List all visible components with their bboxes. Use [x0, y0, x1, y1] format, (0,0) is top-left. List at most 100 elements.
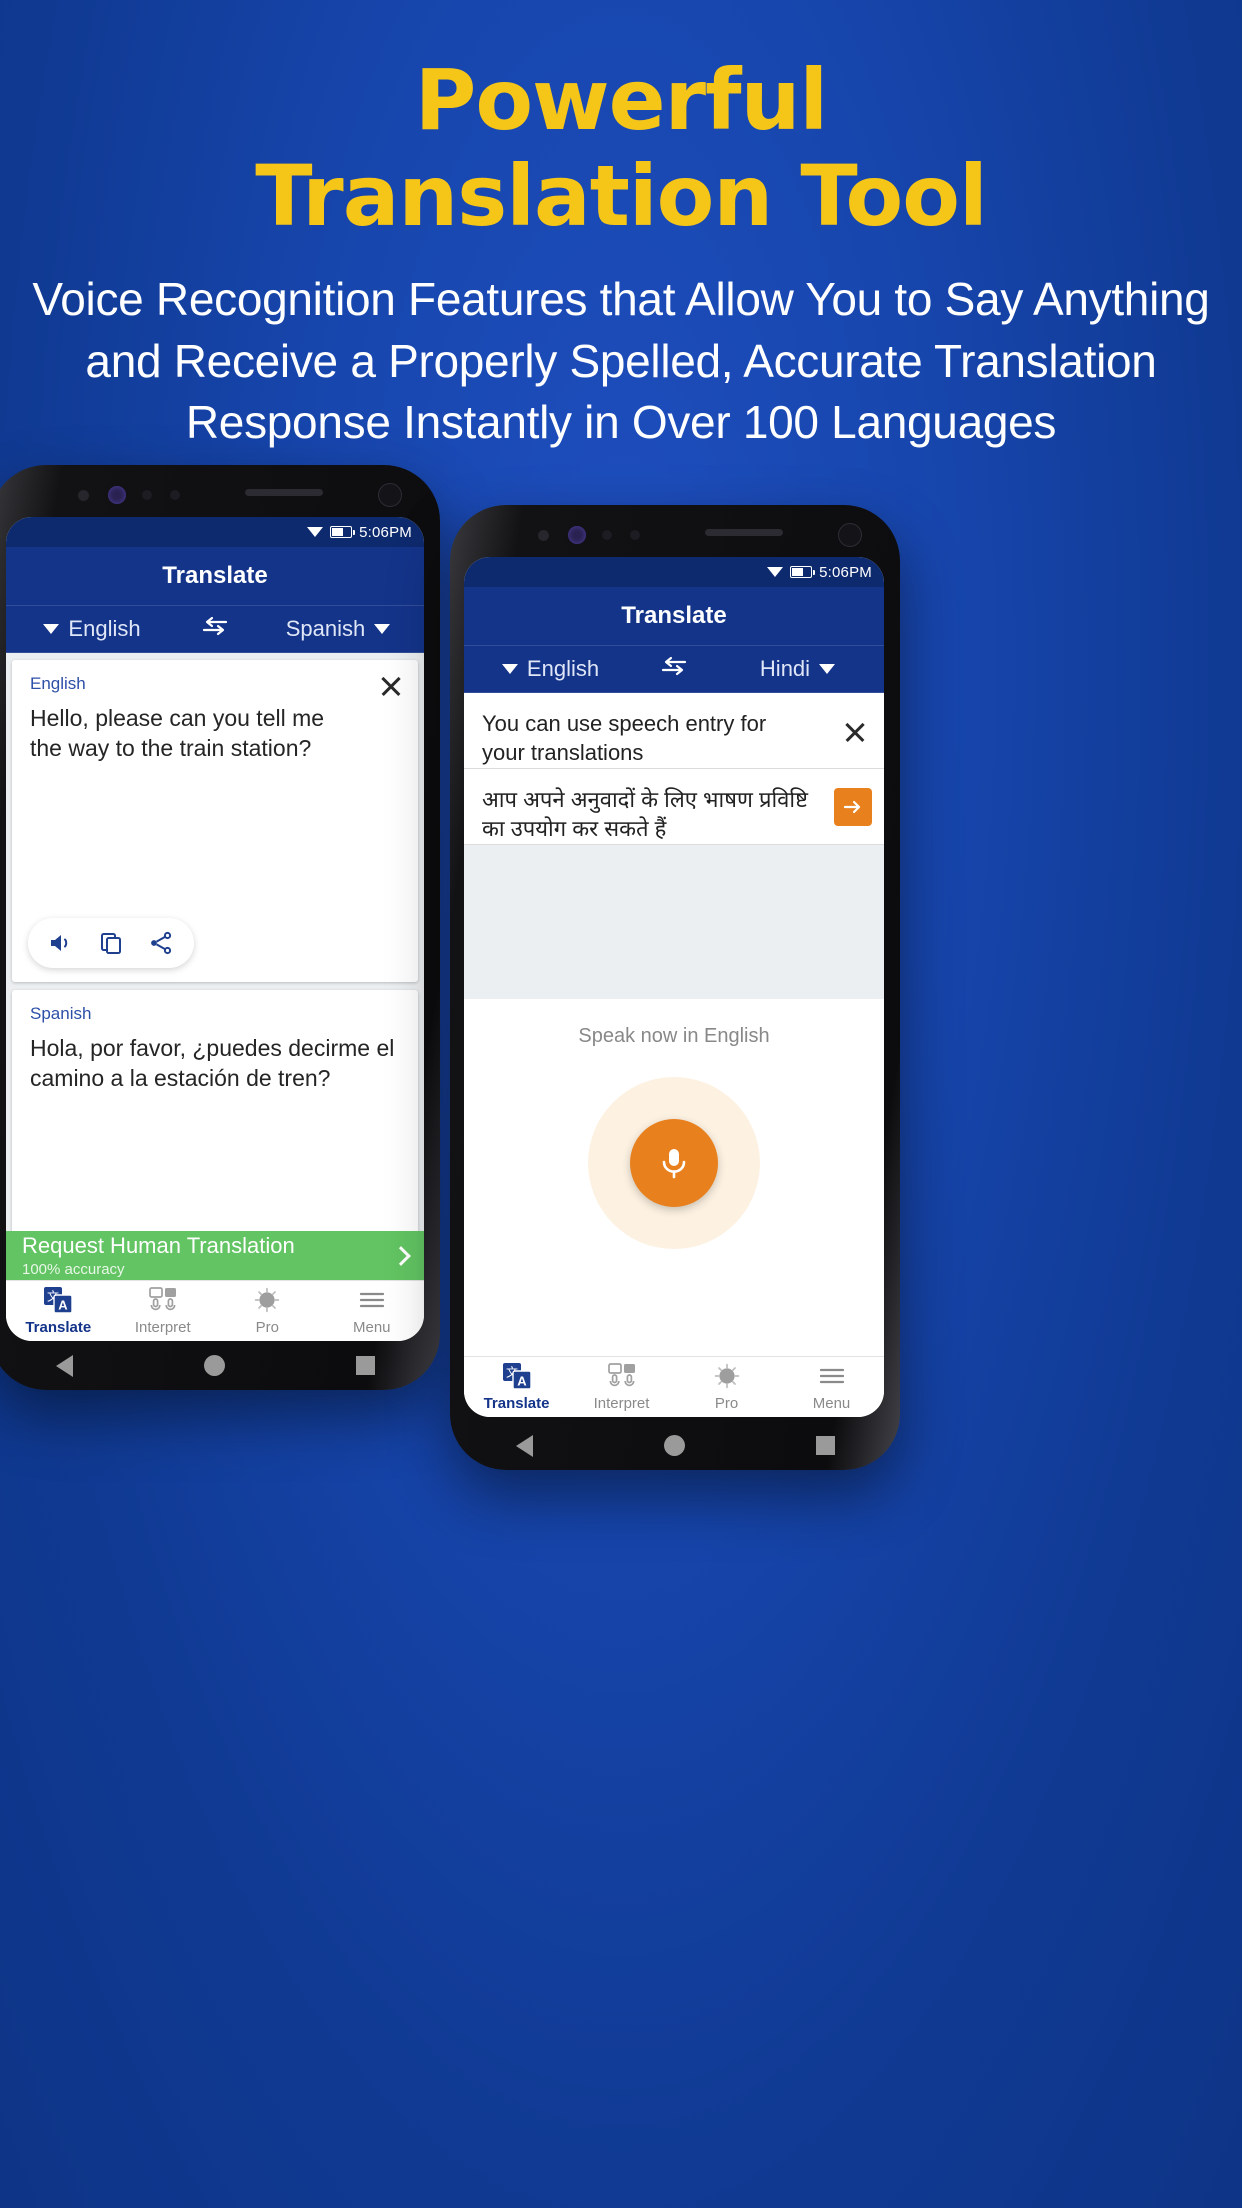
- status-time: 5:06PM: [359, 523, 412, 541]
- battery-icon: [790, 566, 816, 578]
- source-language-label: English: [68, 616, 141, 641]
- sensor-dot-3: [630, 530, 640, 540]
- tab-interpret[interactable]: Interpret: [569, 1357, 674, 1417]
- tab-label: Interpret: [593, 1395, 650, 1412]
- send-button[interactable]: [834, 787, 872, 826]
- svg-text:A: A: [59, 1298, 69, 1313]
- chevron-down-icon: [43, 624, 60, 634]
- recents-square-icon[interactable]: [815, 1436, 835, 1455]
- hindi-translation-text: आप अपने अनुवादों के लिए भाषण प्रविष्टि क…: [482, 787, 808, 842]
- speech-input-zone: Speak now in English: [464, 999, 884, 1299]
- phone2-status-bar: 5:06PM: [464, 557, 884, 587]
- card-actions-source: [28, 918, 194, 968]
- iris-scanner-icon: [838, 523, 862, 547]
- tab-label: Pro: [714, 1395, 739, 1412]
- send-arrow-icon: [843, 800, 861, 813]
- back-triangle-icon[interactable]: [515, 1434, 533, 1457]
- swap-arrows-icon: [661, 656, 687, 675]
- source-language-selector[interactable]: English: [464, 656, 637, 682]
- wifi-icon: [767, 566, 784, 578]
- back-triangle-icon[interactable]: [55, 1354, 73, 1377]
- status-time: 5:06PM: [819, 563, 872, 581]
- speech-prompt-row: You can use speech entry for your transl…: [464, 693, 884, 769]
- title-line-1: Powerful: [414, 51, 828, 149]
- tab-label: Menu: [352, 1319, 391, 1336]
- microphone-button[interactable]: [630, 1119, 718, 1207]
- close-icon[interactable]: [378, 673, 404, 699]
- speak-now-hint: Speak now in English: [578, 1025, 770, 1047]
- tab-translate[interactable]: 文 A Translate: [464, 1357, 569, 1417]
- battery-icon: [330, 526, 356, 538]
- earpiece-speaker: [705, 529, 783, 536]
- appbar-title: Translate: [621, 602, 727, 629]
- pro-sun-icon: [255, 1287, 280, 1313]
- swap-languages-button[interactable]: [178, 614, 252, 645]
- phone2-android-nav: [450, 1421, 900, 1470]
- tab-translate[interactable]: 文 A Translate: [6, 1281, 111, 1341]
- speak-button[interactable]: [36, 925, 86, 961]
- copy-icon: [101, 933, 121, 954]
- translate-icon: 文 A: [502, 1363, 532, 1390]
- tab-label: Translate: [25, 1319, 92, 1336]
- phone2-language-bar: English Hindi: [464, 645, 884, 693]
- phone2-appbar: Translate: [464, 587, 884, 645]
- sensor-dot: [78, 490, 89, 501]
- banner-subtitle: 100% accuracy: [22, 1261, 125, 1279]
- earpiece-speaker: [245, 489, 323, 496]
- iris-scanner-icon: [378, 483, 402, 507]
- sensor-dot: [538, 530, 549, 541]
- phone-mockup-left: 5:06PM Translate English Spanish English…: [0, 465, 440, 1390]
- tab-pro[interactable]: Pro: [674, 1357, 779, 1417]
- translate-icon: 文 A: [44, 1287, 73, 1314]
- target-language-selector[interactable]: Spanish: [252, 616, 424, 642]
- card-target-text: Hola, por favor, ¿puedes decirme el cami…: [30, 1035, 395, 1092]
- chevron-down-icon: [374, 624, 391, 634]
- appbar-title: Translate: [162, 562, 268, 589]
- phone2-bezel-top: [450, 505, 900, 557]
- source-language-selector[interactable]: English: [6, 616, 178, 642]
- phone1-language-bar: English Spanish: [6, 605, 424, 653]
- mic-halo: [588, 1077, 760, 1249]
- copy-button[interactable]: [86, 925, 136, 961]
- swap-languages-button[interactable]: [637, 654, 711, 685]
- tab-menu[interactable]: Menu: [320, 1281, 425, 1341]
- phone1-appbar: Translate: [6, 547, 424, 605]
- source-language-label: English: [526, 656, 600, 681]
- chevron-right-icon: [391, 1245, 411, 1266]
- tab-label: Translate: [483, 1395, 550, 1412]
- svg-text:A: A: [517, 1374, 527, 1389]
- recents-square-icon[interactable]: [355, 1356, 375, 1375]
- microphone-icon: [662, 1149, 686, 1179]
- share-button[interactable]: [136, 925, 186, 961]
- hamburger-menu-icon: [819, 1368, 844, 1384]
- chevron-down-icon: [819, 664, 836, 674]
- hindi-translation-row: आप अपने अनुवादों के लिए भाषण प्रविष्टि क…: [464, 769, 884, 845]
- banner-title: Request Human Translation: [22, 1232, 295, 1258]
- tab-menu[interactable]: Menu: [779, 1357, 884, 1417]
- phone2-empty-area: [464, 845, 884, 999]
- phone-mockup-right: 5:06PM Translate English Hindi You can u…: [450, 505, 900, 1470]
- chevron-down-icon: [501, 664, 518, 674]
- home-circle-icon[interactable]: [663, 1435, 685, 1456]
- tab-interpret[interactable]: Interpret: [111, 1281, 216, 1341]
- target-language-selector[interactable]: Hindi: [711, 656, 884, 682]
- close-icon[interactable]: [842, 719, 868, 745]
- card-language-label: English: [30, 674, 86, 693]
- front-camera-icon: [108, 486, 126, 504]
- phone1-status-bar: 5:06PM: [6, 517, 424, 547]
- request-human-translation-banner[interactable]: Request Human Translation 100% accuracy: [6, 1231, 424, 1280]
- sensor-dot-2: [142, 490, 152, 500]
- target-language-label: Spanish: [285, 616, 366, 641]
- hamburger-menu-icon: [359, 1292, 384, 1308]
- interpret-mics-icon: [148, 1287, 176, 1311]
- home-circle-icon[interactable]: [203, 1355, 225, 1376]
- phone2-screen: 5:06PM Translate English Hindi You can u…: [464, 557, 884, 1417]
- tab-pro[interactable]: Pro: [215, 1281, 320, 1341]
- tab-label: Pro: [255, 1319, 279, 1336]
- phone1-bezel-top: [0, 465, 440, 517]
- page-title: Powerful Translation Tool: [0, 57, 1242, 239]
- interpret-mics-icon: [607, 1363, 635, 1387]
- tab-label: Menu: [812, 1395, 851, 1412]
- translation-card-source: English Hello, please can you tell me th…: [12, 660, 418, 982]
- front-camera-icon: [568, 526, 586, 544]
